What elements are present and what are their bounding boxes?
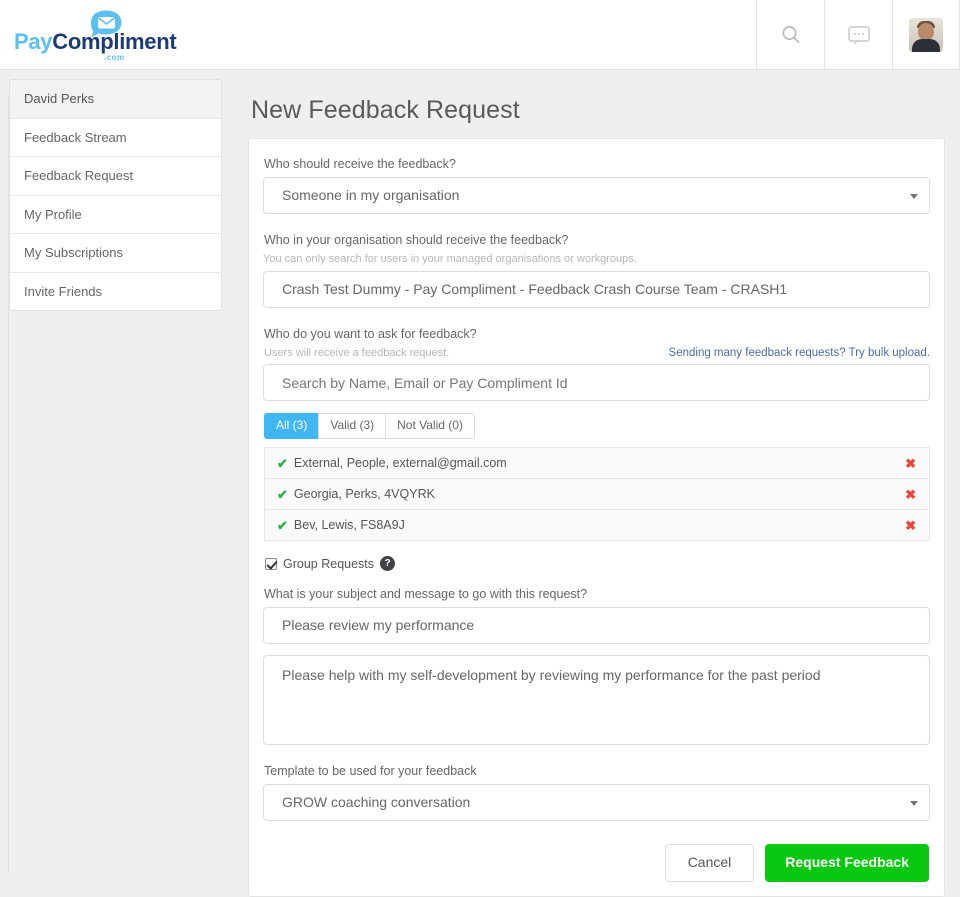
messages-button[interactable] — [824, 0, 892, 69]
subject-input[interactable]: Please review my performance — [263, 607, 930, 645]
org-user-input[interactable]: Crash Test Dummy - Pay Compliment - Feed… — [263, 271, 930, 308]
check-icon: ✔ — [277, 517, 288, 533]
avatar — [909, 17, 943, 52]
help-icon[interactable]: ? — [380, 556, 396, 572]
ask-feedback-hint-row: Users will receive a feedback request. S… — [264, 347, 930, 359]
recipient-type-label: Who should receive the feedback? — [264, 157, 456, 171]
tab-not-valid[interactable]: Not Valid (0) — [385, 413, 475, 440]
recipient-name: External, People, external@gmail.com — [293, 456, 507, 471]
org-user-label: Who in your organisation should receive … — [264, 233, 569, 247]
sidebar-item-feedback-request[interactable]: Feedback Request — [10, 157, 221, 196]
form-actions: Cancel Request Feedback — [263, 844, 930, 882]
brand-dotcom: .com — [104, 53, 125, 62]
tab-valid[interactable]: Valid (3) — [318, 413, 386, 440]
recipient-name: Bev, Lewis, FS8A9J — [293, 518, 405, 533]
sidebar: David Perks Feedback Stream Feedback Req… — [9, 79, 222, 312]
search-icon — [781, 25, 799, 43]
recipient-type-select-wrap[interactable]: Someone in my organisation — [263, 177, 930, 214]
cancel-button[interactable]: Cancel — [664, 844, 755, 882]
bulk-upload-link[interactable]: Sending many feedback requests? Try bulk… — [669, 347, 930, 359]
header-spacer — [176, 0, 756, 69]
feedback-request-form: Who should receive the feedback? Someone… — [248, 138, 945, 897]
ask-feedback-hint: Users will receive a feedback request. — [264, 347, 450, 359]
template-select-wrap[interactable]: GROW coaching conversation — [263, 784, 930, 822]
sidebar-item-feedback-stream[interactable]: Feedback Stream — [10, 119, 221, 158]
group-requests-checkbox[interactable] — [265, 557, 277, 570]
app-header: PayCompliment .com — [0, 0, 960, 70]
check-icon: ✔ — [277, 455, 288, 471]
brand-pay: Pay — [14, 29, 53, 54]
ask-feedback-label: Who do you want to ask for feedback? — [264, 327, 477, 341]
remove-recipient-button[interactable]: ✖ — [905, 457, 916, 470]
recipient-info: ✔ Georgia, Perks, 4VQYRK — [277, 487, 435, 501]
message-field: What is your subject and message to go w… — [263, 587, 930, 746]
recipient-info: ✔ Bev, Lewis, FS8A9J — [277, 518, 405, 532]
sidebar-item-invite-friends[interactable]: Invite Friends — [10, 273, 221, 311]
request-feedback-button[interactable]: Request Feedback — [765, 844, 929, 882]
template-label: Template to be used for your feedback — [264, 764, 477, 779]
remove-recipient-button[interactable]: ✖ — [905, 519, 916, 532]
list-item: ✔ Bev, Lewis, FS8A9J ✖ — [264, 509, 930, 542]
sidebar-item-user-name: David Perks — [10, 80, 221, 119]
sidebar-item-my-subscriptions[interactable]: My Subscriptions — [10, 234, 221, 273]
org-user-field: Who in your organisation should receive … — [263, 233, 930, 308]
tab-all[interactable]: All (3) — [264, 413, 319, 440]
search-button[interactable] — [756, 0, 824, 69]
remove-recipient-button[interactable]: ✖ — [905, 488, 916, 501]
list-item: ✔ External, People, external@gmail.com ✖ — [264, 447, 930, 479]
message-textarea[interactable]: Please help with my self-development by … — [263, 655, 930, 746]
recipient-type-field: Who should receive the feedback? Someone… — [263, 157, 930, 214]
recipient-type-select[interactable]: Someone in my organisation — [263, 177, 930, 214]
check-icon: ✔ — [277, 486, 288, 502]
validity-tabs: All (3) Valid (3) Not Valid (0) — [264, 413, 930, 440]
account-button[interactable] — [892, 0, 960, 69]
page-body: David Perks Feedback Stream Feedback Req… — [0, 70, 960, 897]
main-content: New Feedback Request Who should receive … — [222, 70, 960, 897]
group-requests-row: Group Requests ? — [265, 556, 930, 572]
recipient-name: Georgia, Perks, 4VQYRK — [293, 487, 435, 502]
brand-logo-area[interactable]: PayCompliment .com — [0, 0, 177, 69]
message-label: What is your subject and message to go w… — [264, 587, 588, 602]
org-user-hint: You can only search for users in your ma… — [263, 253, 637, 265]
recipient-info: ✔ External, People, external@gmail.com — [277, 456, 507, 470]
list-item: ✔ Georgia, Perks, 4VQYRK ✖ — [264, 478, 930, 510]
search-input[interactable] — [263, 364, 930, 401]
page-title: New Feedback Request — [251, 96, 520, 124]
template-select[interactable]: GROW coaching conversation — [263, 784, 930, 822]
group-requests-label: Group Requests — [283, 556, 375, 571]
recipient-list: ✔ External, People, external@gmail.com ✖… — [264, 447, 930, 542]
envelope-bubble-icon — [91, 10, 122, 38]
ask-feedback-field: Who do you want to ask for feedback? Use… — [263, 327, 930, 401]
header-actions — [756, 0, 960, 69]
template-field: Template to be used for your feedback GR… — [263, 764, 930, 822]
sidebar-item-my-profile[interactable]: My Profile — [10, 196, 221, 235]
chat-bubble-icon — [847, 25, 870, 45]
